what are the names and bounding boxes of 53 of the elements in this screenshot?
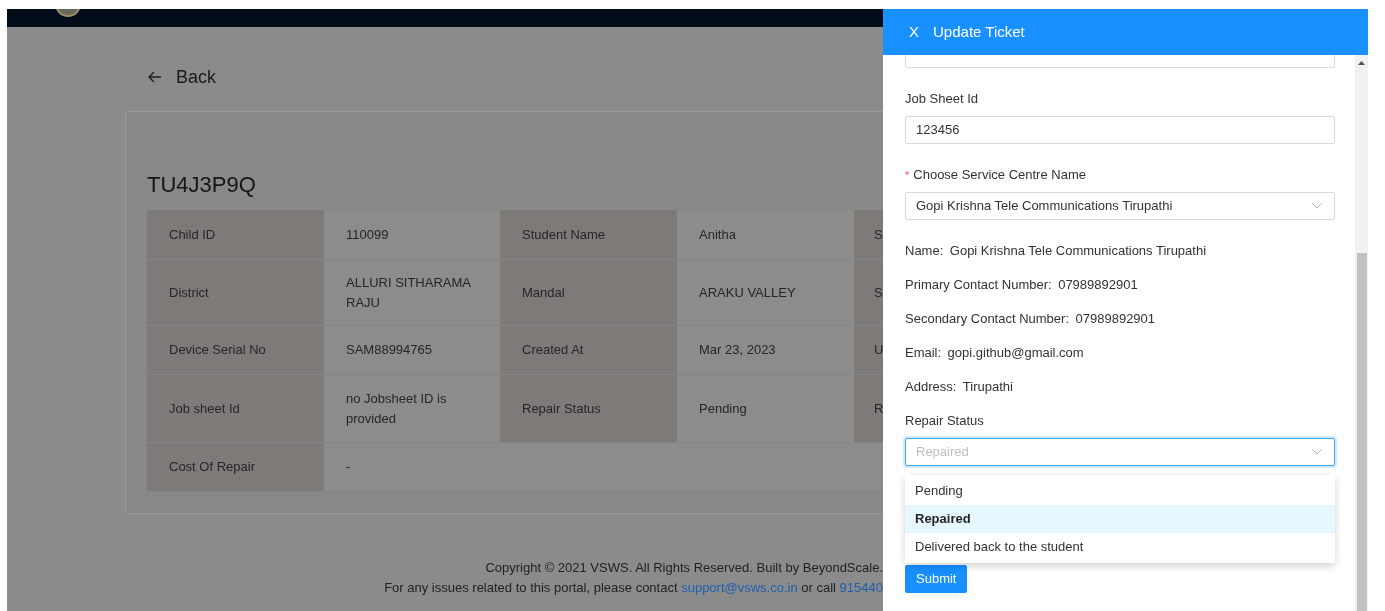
scrollbar-thumb[interactable] <box>1357 253 1367 611</box>
field-label: Choose Service Centre Name <box>913 166 1086 184</box>
detail-text: Primary Contact Number: 07989892901 <box>905 276 1139 294</box>
chevron-down-icon <box>1312 449 1322 455</box>
field-value: Anitha <box>699 225 736 244</box>
field-label: Mandal <box>522 283 565 302</box>
copyright-text: Copyright © 2021 VSWS. All Rights Reserved. Built by BeyondScale. <box>485 559 883 577</box>
scrollbar[interactable] <box>1355 55 1368 611</box>
detail-text: Email: gopi.github@gmail.com <box>905 344 1085 362</box>
dropdown-option[interactable]: Pending <box>905 477 1335 505</box>
field-label: Job Sheet Id <box>905 90 978 108</box>
required-mark: * <box>905 167 910 183</box>
field-value: - <box>346 458 351 476</box>
field-value: ARAKU VALLEY <box>699 283 796 302</box>
field-label: S <box>874 283 883 302</box>
field-label: Repair Status <box>905 412 984 430</box>
field-value: 110099 <box>346 225 389 244</box>
field-value: Pending <box>699 399 747 418</box>
field-label: District <box>169 283 209 302</box>
field-label: Student Name <box>522 225 606 244</box>
chevron-down-icon <box>1312 203 1322 209</box>
emblem-icon <box>55 9 81 17</box>
scroll-up-icon[interactable] <box>1358 61 1365 65</box>
drawer-title: Update Ticket <box>933 21 1025 42</box>
field-label: Child ID <box>169 225 216 244</box>
detail-text: Address: Tirupathi <box>905 378 1014 396</box>
close-button[interactable]: X <box>909 20 919 44</box>
field-label: U <box>874 341 883 359</box>
field-value: no Jobsheet ID is provided <box>346 389 448 428</box>
dropdown-option[interactable]: Repaired <box>905 505 1335 533</box>
field-value: Mar 23, 2023 <box>699 341 776 359</box>
field-label: S <box>874 225 883 244</box>
select-value: Gopi Krishna Tele Communications Tirupathi <box>916 197 1173 216</box>
back-arrow-icon[interactable] <box>148 71 162 83</box>
field-label: Created At <box>522 341 584 359</box>
input-field[interactable] <box>905 55 1335 68</box>
field-label: Repair Status <box>522 399 601 418</box>
field-label: Device Serial No <box>169 341 266 359</box>
back-link[interactable]: Back <box>176 63 217 91</box>
field-label: Cost Of Repair <box>169 458 255 476</box>
field-label: Job sheet Id <box>169 399 240 418</box>
dropdown-option[interactable]: Delivered back to the student <box>905 533 1335 561</box>
detail-text: Secondary Contact Number: 07989892901 <box>905 310 1157 328</box>
field-label: R <box>874 399 883 418</box>
field-value: ALLURI SITHARAMA RAJU <box>346 273 472 312</box>
contact-text: For any issues related to this portal, please contact support@vsws.co.in or call 915440 <box>384 579 883 597</box>
detail-text: Name: Gopi Krishna Tele Communications Tirupathi <box>905 242 1208 260</box>
select-field[interactable]: Gopi Krishna Tele Communications Tirupathi <box>905 192 1335 220</box>
select-placeholder: Repaired <box>916 443 969 462</box>
field-value: SAM88994765 <box>346 341 432 359</box>
submit-button[interactable]: Submit <box>905 565 968 593</box>
ticket-id-heading: TU4J3P9Q <box>147 171 257 199</box>
input-field[interactable]: 123456 <box>905 116 1335 144</box>
